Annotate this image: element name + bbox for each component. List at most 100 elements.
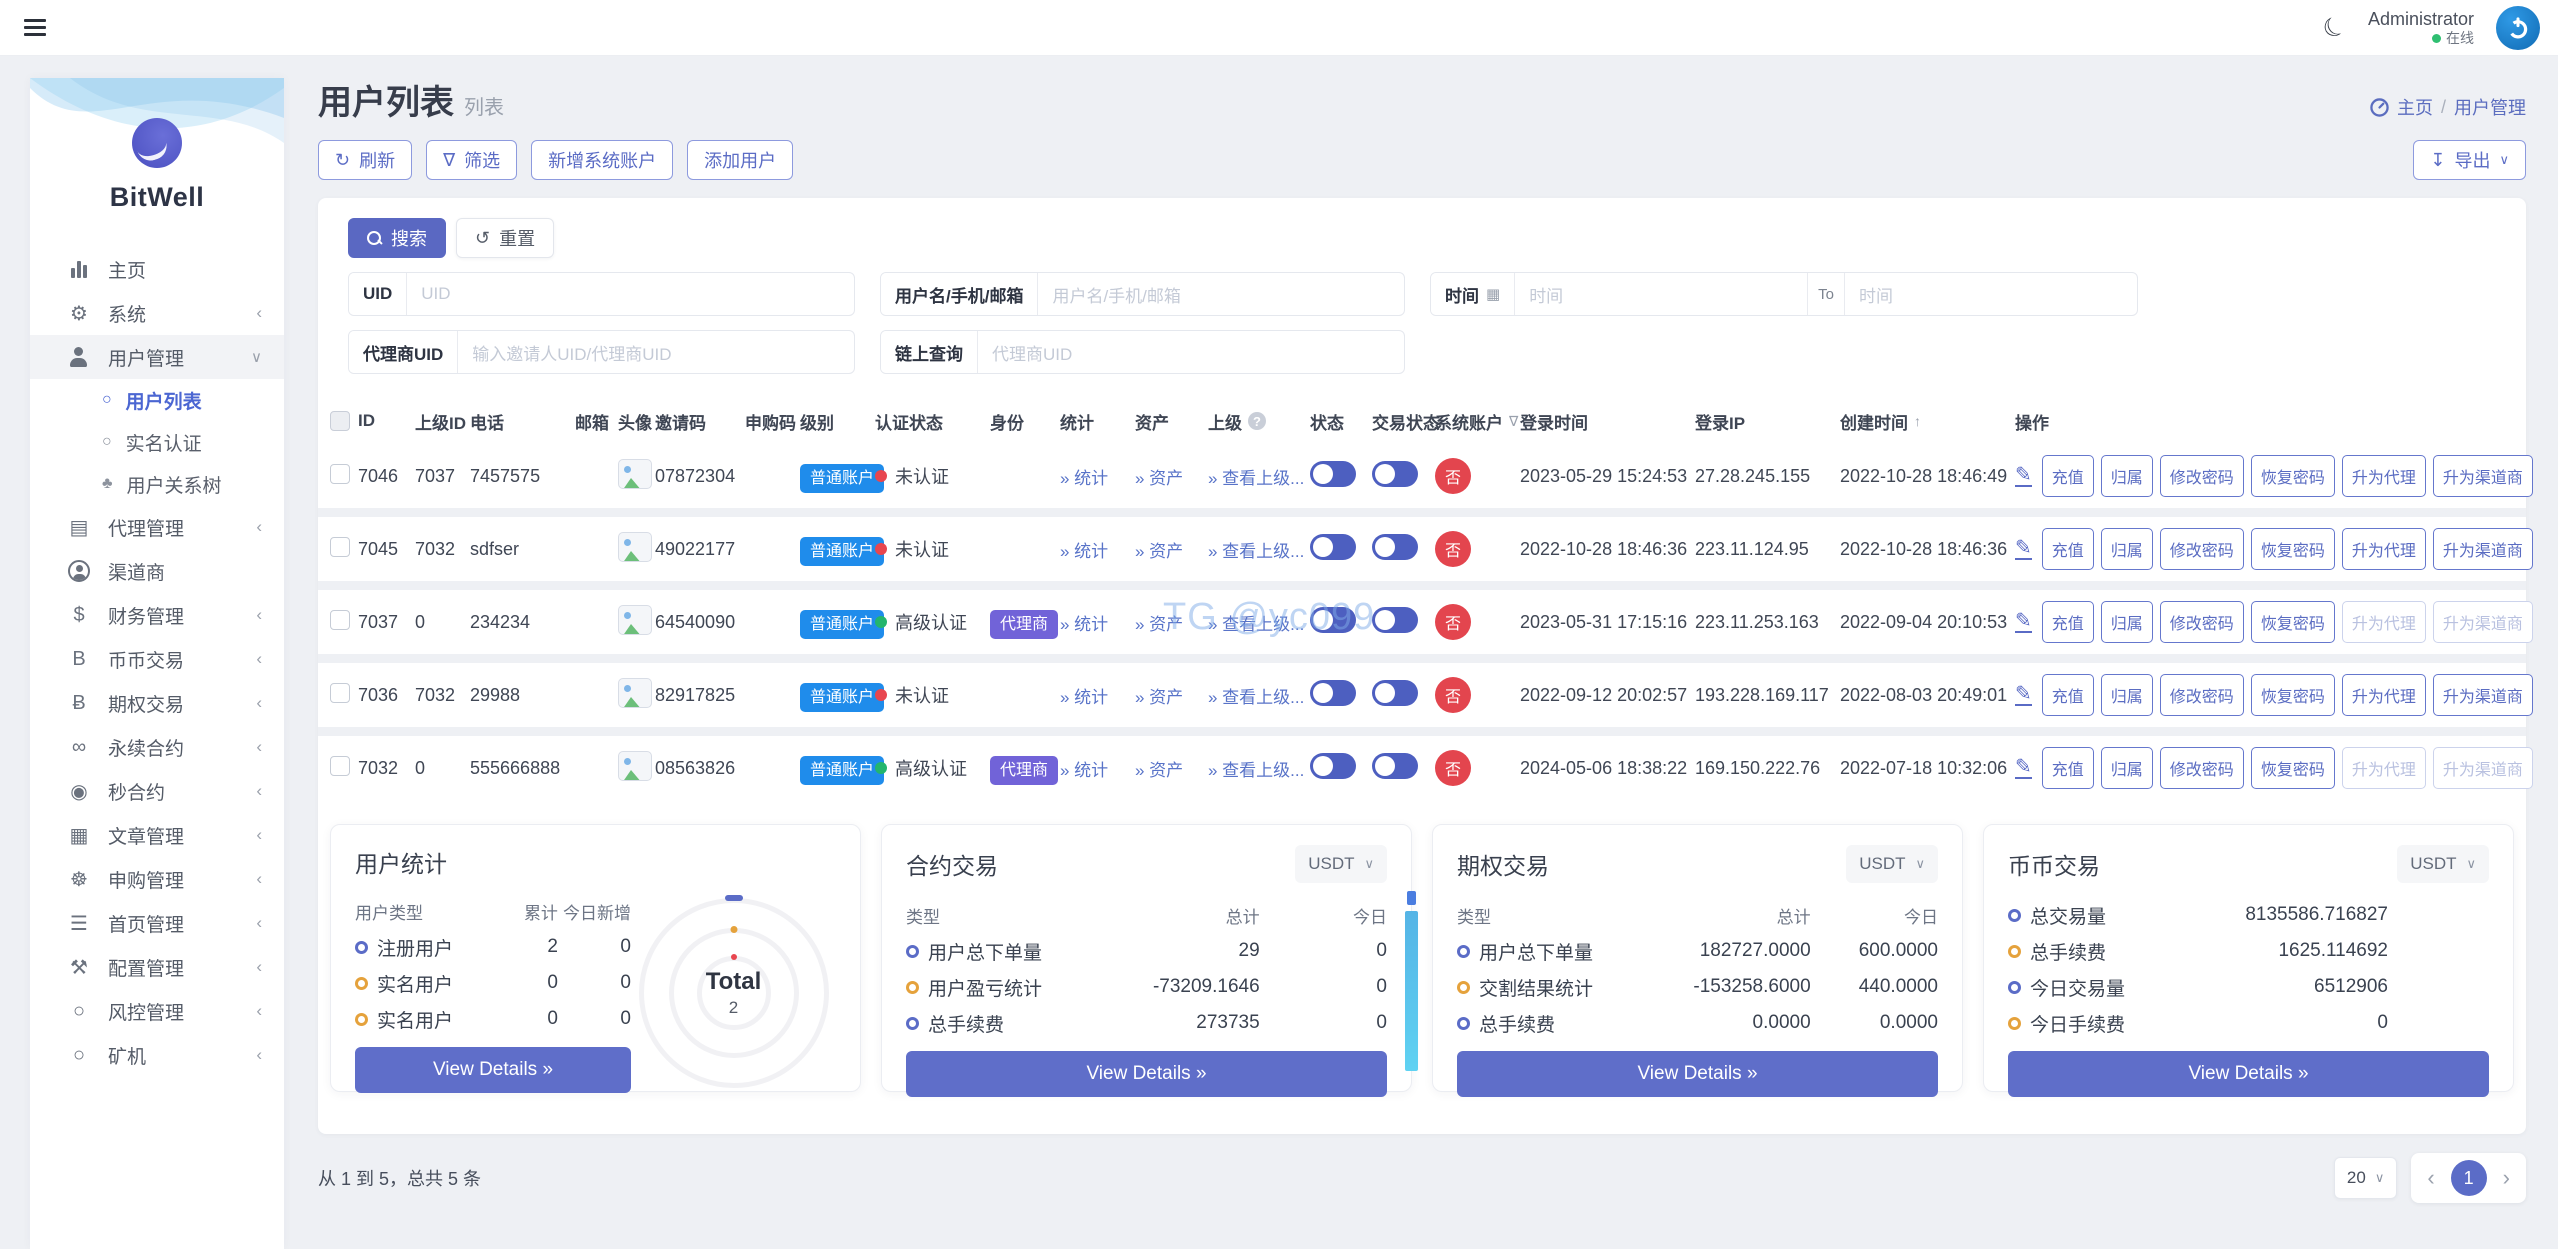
asset-link[interactable]: » 资产 [1135,610,1208,635]
action-button-3[interactable]: 修改密码 [2159,601,2244,643]
trade-status-toggle[interactable] [1372,679,1418,706]
user-avatar[interactable] [2496,5,2540,50]
action-button-2[interactable]: 归属 [2100,601,2153,643]
currency-select[interactable]: USDT ∨ [2397,845,2489,883]
sidebar-item-perpetual-contract[interactable]: ∞ 永续合约 ‹ [30,725,284,769]
sidebar-item-article-management[interactable]: ▦ 文章管理 ‹ [30,813,284,857]
sort-up-icon[interactable]: ↑ [1914,413,1921,429]
refresh-button[interactable]: ↻ 刷新 [318,140,413,180]
breadcrumb-home[interactable]: 主页 [2397,94,2433,120]
sidebar-item-homepage-management[interactable]: ☰ 首页管理 ‹ [30,901,284,945]
action-button-1[interactable]: 充值 [2041,528,2094,570]
export-button[interactable]: ↧ 导出 ∨ [2413,140,2526,180]
currency-select[interactable]: USDT ∨ [1295,845,1387,883]
edit-icon[interactable]: ✎ [2015,538,2032,560]
asset-link[interactable]: » 资产 [1135,683,1208,708]
prev-page-button[interactable]: ‹ [2423,1165,2438,1191]
stat-link[interactable]: » 统计 [1060,464,1135,489]
status-toggle[interactable] [1310,752,1356,779]
view-parent-link[interactable]: » 查看上级... [1208,683,1310,708]
sidebar-subitem-user-tree[interactable]: ♣ 用户关系树 [30,463,284,505]
action-button-3[interactable]: 修改密码 [2159,455,2244,497]
sidebar-item-second-contract[interactable]: ◉ 秒合约 ‹ [30,769,284,813]
edit-icon[interactable]: ✎ [2015,465,2032,487]
view-parent-link[interactable]: » 查看上级... [1208,464,1310,489]
sidebar-subitem-kyc[interactable]: ○ 实名认证 [30,421,284,463]
action-button-2[interactable]: 归属 [2100,747,2153,789]
sidebar-item-subscription-management[interactable]: ☸ 申购管理 ‹ [30,857,284,901]
status-toggle[interactable] [1310,533,1356,560]
sidebar-item-mining[interactable]: ○ 矿机 ‹ [30,1033,284,1077]
action-button-3[interactable]: 修改密码 [2159,747,2244,789]
sidebar-item-user-management[interactable]: 用户管理 ∨ [30,335,284,379]
filter-button[interactable]: ∇ 筛选 [426,140,518,180]
funnel-icon[interactable]: ∇ [1509,413,1518,430]
status-toggle[interactable] [1310,679,1356,706]
chain-query-input[interactable]: 代理商UID [978,331,1404,373]
action-button-3[interactable]: 修改密码 [2159,674,2244,716]
currency-select[interactable]: USDT ∨ [1846,845,1938,883]
next-page-button[interactable]: › [2499,1165,2514,1191]
status-toggle[interactable] [1310,606,1356,633]
user-block[interactable]: Administrator 在线 [2368,8,2474,48]
add-system-account-button[interactable]: 新增系统账户 [531,140,674,180]
sidebar-item-home[interactable]: 主页 [30,247,284,291]
stat-link[interactable]: » 统计 [1060,756,1135,781]
add-user-button[interactable]: 添加用户 [687,140,794,180]
view-parent-link[interactable]: » 查看上级... [1208,756,1310,781]
action-button-4[interactable]: 恢复密码 [2250,747,2335,789]
action-button-4[interactable]: 恢复密码 [2250,528,2335,570]
row-checkbox[interactable] [330,682,350,703]
reset-button[interactable]: ↺ 重置 [456,218,555,258]
account-input[interactable]: 用户名/手机/邮箱 [1038,273,1404,315]
asset-link[interactable]: » 资产 [1135,537,1208,562]
sidebar-item-system[interactable]: ⚙ 系统 ‹ [30,291,284,335]
row-checkbox[interactable] [330,755,350,776]
view-details-button[interactable]: View Details » [906,1051,1387,1097]
sidebar-item-config-management[interactable]: ⚒ 配置管理 ‹ [30,945,284,989]
action-button-1[interactable]: 充值 [2041,674,2094,716]
action-button-4[interactable]: 恢复密码 [2250,455,2335,497]
edit-icon[interactable]: ✎ [2015,757,2032,779]
sidebar-item-risk-management[interactable]: ○ 风控管理 ‹ [30,989,284,1033]
asset-link[interactable]: » 资产 [1135,756,1208,781]
view-details-button[interactable]: View Details » [1457,1051,1938,1097]
sidebar-item-channel-provider[interactable]: 渠道商 [30,549,284,593]
uid-input[interactable]: UID [407,273,854,315]
time-from-input[interactable]: 时间 [1515,273,1807,315]
status-toggle[interactable] [1310,460,1356,487]
sidebar-subitem-user-list[interactable]: ○ 用户列表 [30,379,284,421]
action-button-5[interactable]: 升为代理 [2341,528,2426,570]
trade-status-toggle[interactable] [1372,533,1418,560]
action-button-2[interactable]: 归属 [2100,455,2153,497]
view-details-button[interactable]: View Details » [355,1047,631,1093]
stat-link[interactable]: » 统计 [1060,610,1135,635]
breadcrumb-current[interactable]: 用户管理 [2454,94,2526,120]
row-checkbox[interactable] [330,463,350,484]
view-parent-link[interactable]: » 查看上级... [1208,537,1310,562]
hamburger-menu-icon[interactable] [18,13,52,42]
action-button-5[interactable]: 升为代理 [2341,455,2426,497]
action-button-4[interactable]: 恢复密码 [2250,674,2335,716]
stat-link[interactable]: » 统计 [1060,537,1135,562]
trade-status-toggle[interactable] [1372,460,1418,487]
action-button-5[interactable]: 升为代理 [2341,674,2426,716]
search-button[interactable]: 搜索 [348,218,446,258]
trade-status-toggle[interactable] [1372,752,1418,779]
time-to-input[interactable]: 时间 [1845,273,2137,315]
sidebar-item-finance-management[interactable]: $ 财务管理 ‹ [30,593,284,637]
edit-icon[interactable]: ✎ [2015,611,2032,633]
dark-mode-moon-icon[interactable]: ☾ [2316,8,2352,47]
view-parent-link[interactable]: » 查看上级... [1208,610,1310,635]
row-checkbox[interactable] [330,536,350,557]
stat-link[interactable]: » 统计 [1060,683,1135,708]
action-button-3[interactable]: 修改密码 [2159,528,2244,570]
sidebar-item-agent-management[interactable]: ▤ 代理管理 ‹ [30,505,284,549]
action-button-6[interactable]: 升为渠道商 [2432,674,2533,716]
action-button-4[interactable]: 恢复密码 [2250,601,2335,643]
row-checkbox[interactable] [330,609,350,630]
action-button-1[interactable]: 充值 [2041,455,2094,497]
action-button-2[interactable]: 归属 [2100,674,2153,716]
sidebar-item-spot-trading[interactable]: B 币币交易 ‹ [30,637,284,681]
action-button-1[interactable]: 充值 [2041,601,2094,643]
